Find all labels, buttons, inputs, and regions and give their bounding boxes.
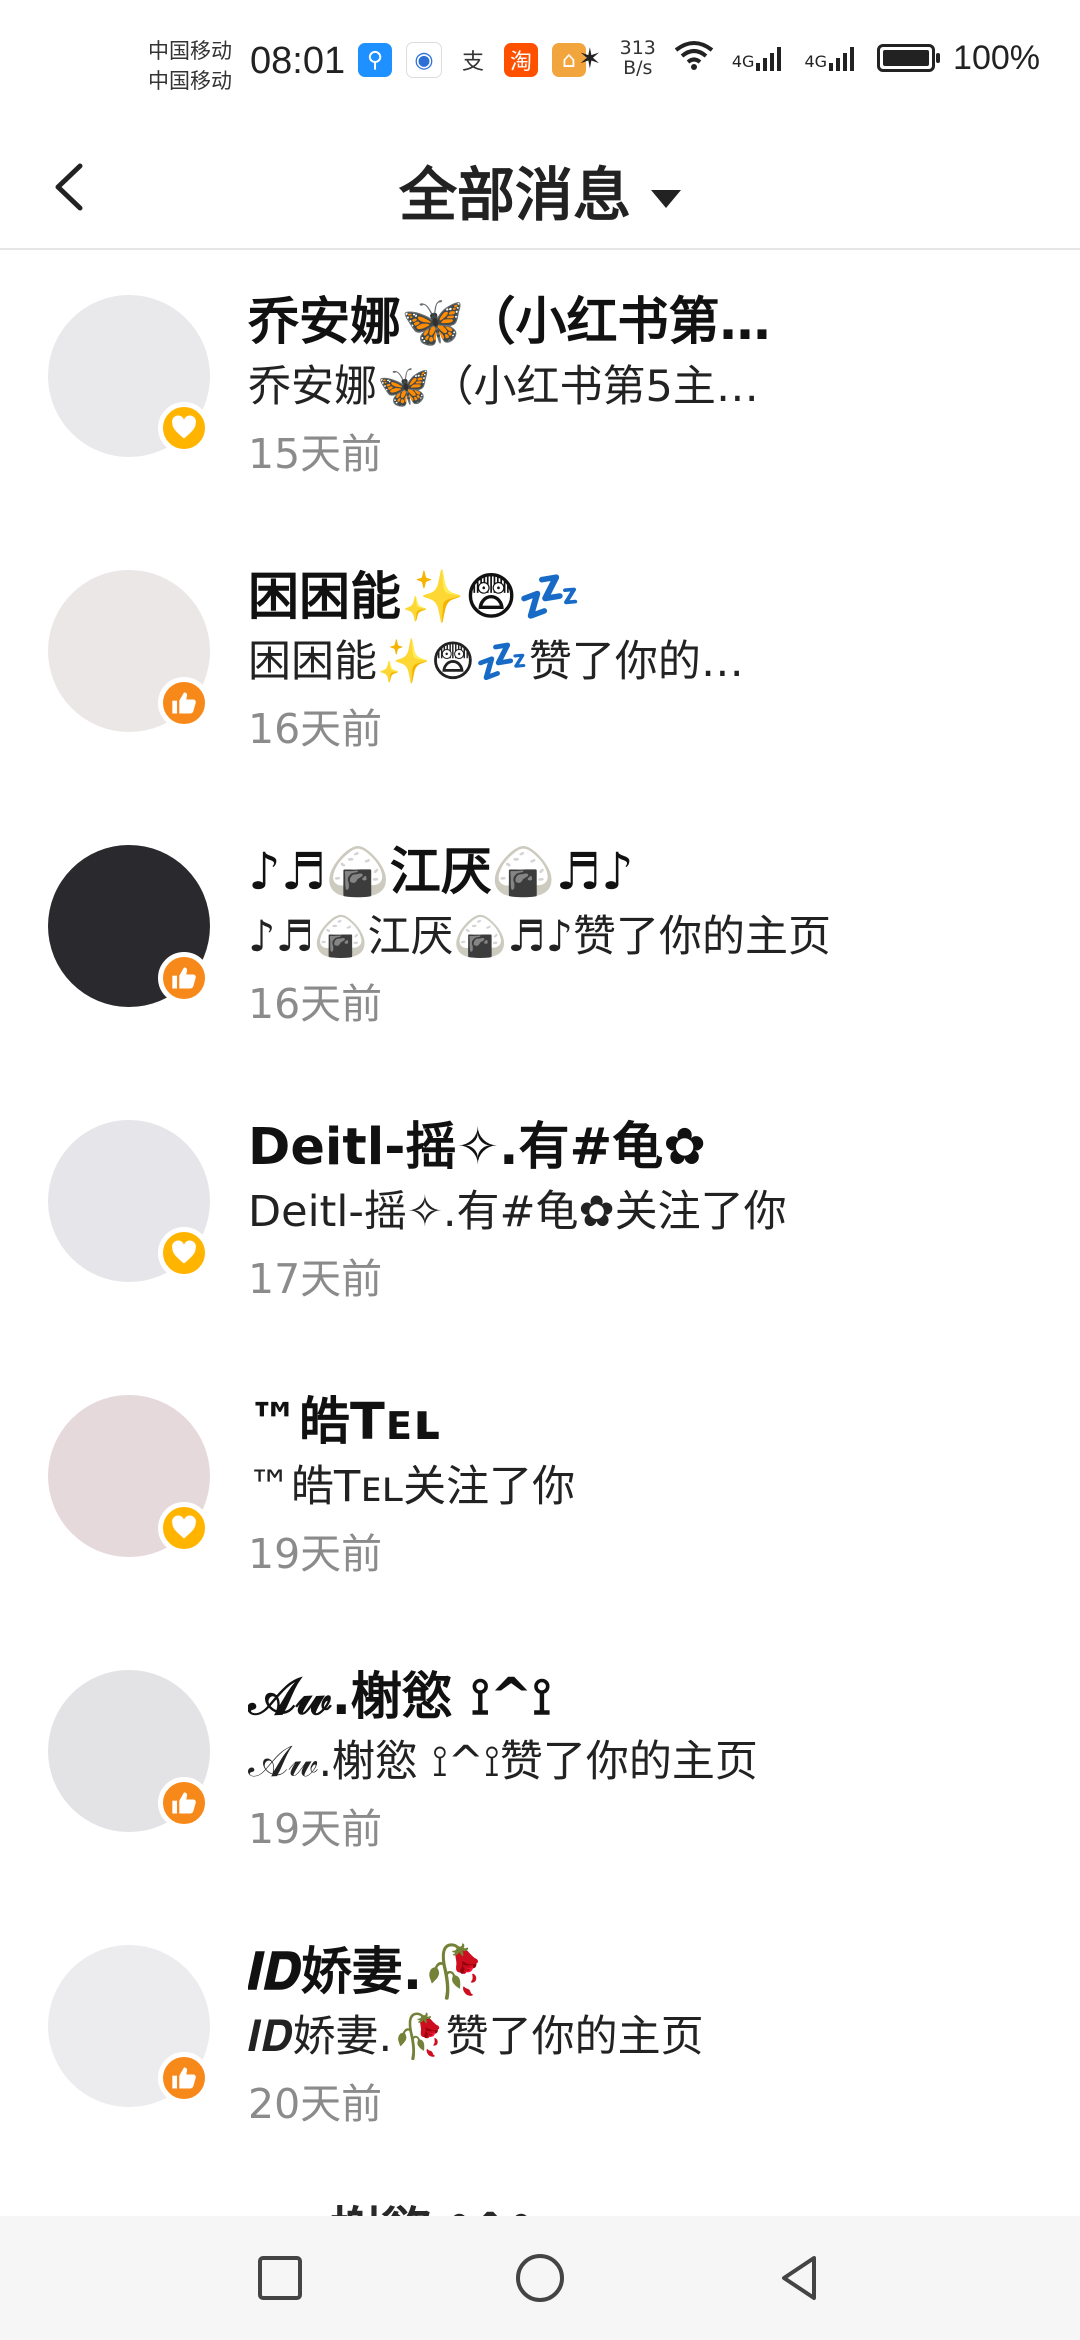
like-badge — [158, 1777, 210, 1829]
message-item[interactable]: 乔安娜🦋（小红书第… 乔安娜🦋（小红书第5主… 15天前 — [0, 250, 1080, 525]
message-text: Deitl-摇✧.有#龟✿关注了你 — [248, 1187, 787, 1237]
message-item[interactable]: Deitl-摇✧.有#龟✿ Deitl-摇✧.有#龟✿关注了你 17天前 — [0, 1075, 1080, 1350]
browser-app-icon: ◉ — [406, 42, 442, 78]
message-sender-name: 𝑰𝑫娇妻.🥀 — [248, 1943, 486, 2002]
search-app-icon: ⚲ — [358, 43, 392, 77]
page-header: 全部消息 — [0, 130, 1080, 250]
message-time: 19天前 — [248, 1530, 383, 1578]
carrier-2: 中国移动 — [148, 69, 232, 93]
heart-icon — [172, 1240, 196, 1264]
message-list: 乔安娜🦋（小红书第… 乔安娜🦋（小红书第5主… 15天前困困能✨😨💤 困困能✨😨💤赞了… — [0, 250, 1080, 2175]
alipay-app-icon: 支 — [456, 43, 490, 77]
message-text: ™皓Tᴇʟ关注了你 — [248, 1462, 576, 1512]
page-title: 全部消息 — [398, 161, 631, 229]
follow-badge — [158, 1227, 210, 1279]
message-time: 16天前 — [248, 980, 383, 1028]
signal-icon-1: 4G — [732, 45, 787, 71]
heart-icon — [172, 415, 196, 439]
message-item[interactable]: ♪♬🍙江厌🍙♬♪ ♪♬🍙江厌🍙♬♪赞了你的主页 16天前 — [0, 800, 1080, 1075]
like-badge — [158, 677, 210, 729]
heart-icon — [172, 1515, 196, 1539]
signal-1-label: 4G — [731, 52, 755, 71]
net-speed: 313 B/s — [620, 38, 656, 78]
net-speed-value: 313 — [619, 37, 656, 59]
message-item[interactable]: 𝑰𝑫娇妻.🥀 𝑰𝑫娇妻.🥀赞了你的主页 20天前 — [0, 1900, 1080, 2175]
message-sender-name: 𝒜𝓌.榭慾 ⟟^⟟ — [248, 1668, 552, 1727]
triangle-back-icon — [782, 2256, 816, 2300]
message-text: ♪♬🍙江厌🍙♬♪赞了你的主页 — [248, 912, 832, 962]
carrier-labels: 中国移动 中国移动 — [148, 36, 232, 96]
wifi-icon — [674, 40, 714, 77]
follow-badge — [158, 402, 210, 454]
signal-icon-2: 4G — [804, 45, 859, 71]
message-sender-name: 困困能✨😨💤 — [248, 568, 582, 627]
carrier-1: 中国移动 — [148, 39, 232, 63]
caret-down-icon — [651, 189, 681, 208]
taobao-app-icon: 淘 — [504, 43, 538, 77]
circle-icon — [516, 2254, 564, 2302]
message-text: 困困能✨😨💤赞了你的… — [248, 637, 744, 687]
notification-icons: ⚲ ◉ 支 淘 ⌂ — [358, 42, 586, 78]
thumbs-up-icon — [172, 967, 196, 989]
message-text: 𝒜𝓌.榭慾 ⟟^⟟赞了你的主页 — [248, 1737, 758, 1787]
message-time: 19天前 — [248, 1805, 383, 1853]
message-item[interactable]: ™皓Tᴇʟ ™皓Tᴇʟ关注了你 19天前 — [0, 1350, 1080, 1625]
message-item[interactable]: 𝒜𝓌.榭慾 ⟟^⟟ 𝒜𝓌.榭慾 ⟟^⟟赞了你的主页 19天前 — [0, 1625, 1080, 1900]
system-nav-bar — [0, 2216, 1080, 2340]
system-indicators: ✶ 313 B/s 4G 4G 100% — [578, 38, 1040, 78]
message-text: 𝑰𝑫娇妻.🥀赞了你的主页 — [248, 2012, 704, 2062]
back-nav-button[interactable] — [770, 2248, 830, 2308]
net-speed-unit: B/s — [623, 57, 653, 79]
bluetooth-icon: ✶ — [578, 41, 602, 75]
signal-2-label: 4G — [804, 52, 828, 71]
battery-percent: 100% — [953, 38, 1040, 77]
follow-badge — [158, 1502, 210, 1554]
like-badge — [158, 952, 210, 1004]
message-time: 20天前 — [248, 2080, 383, 2128]
clock: 08:01 — [250, 40, 346, 82]
title-dropdown[interactable]: 全部消息 — [0, 148, 1080, 232]
message-item[interactable]: 困困能✨😨💤 困困能✨😨💤赞了你的… 16天前 — [0, 525, 1080, 800]
like-badge — [158, 2052, 210, 2104]
thumbs-up-icon — [172, 1792, 196, 1814]
message-time: 16天前 — [248, 705, 383, 753]
message-sender-name: 乔安娜🦋（小红书第… — [248, 293, 771, 352]
message-sender-name: ™皓Tᴇʟ — [248, 1393, 441, 1452]
thumbs-up-icon — [172, 692, 196, 714]
battery-icon — [877, 44, 941, 72]
message-time: 17天前 — [248, 1255, 383, 1303]
message-text: 乔安娜🦋（小红书第5主… — [248, 362, 759, 412]
square-icon — [258, 2256, 302, 2300]
home-button[interactable] — [510, 2248, 570, 2308]
thumbs-up-icon — [172, 2067, 196, 2089]
recents-button[interactable] — [250, 2248, 310, 2308]
message-sender-name: ♪♬🍙江厌🍙♬♪ — [248, 843, 634, 902]
message-sender-name: Deitl-摇✧.有#龟✿ — [248, 1118, 707, 1177]
status-bar: 中国移动 中国移动 08:01 ⚲ ◉ 支 淘 ⌂ ✶ 313 B/s 4G 4… — [0, 0, 1080, 130]
message-time: 15天前 — [248, 430, 383, 478]
